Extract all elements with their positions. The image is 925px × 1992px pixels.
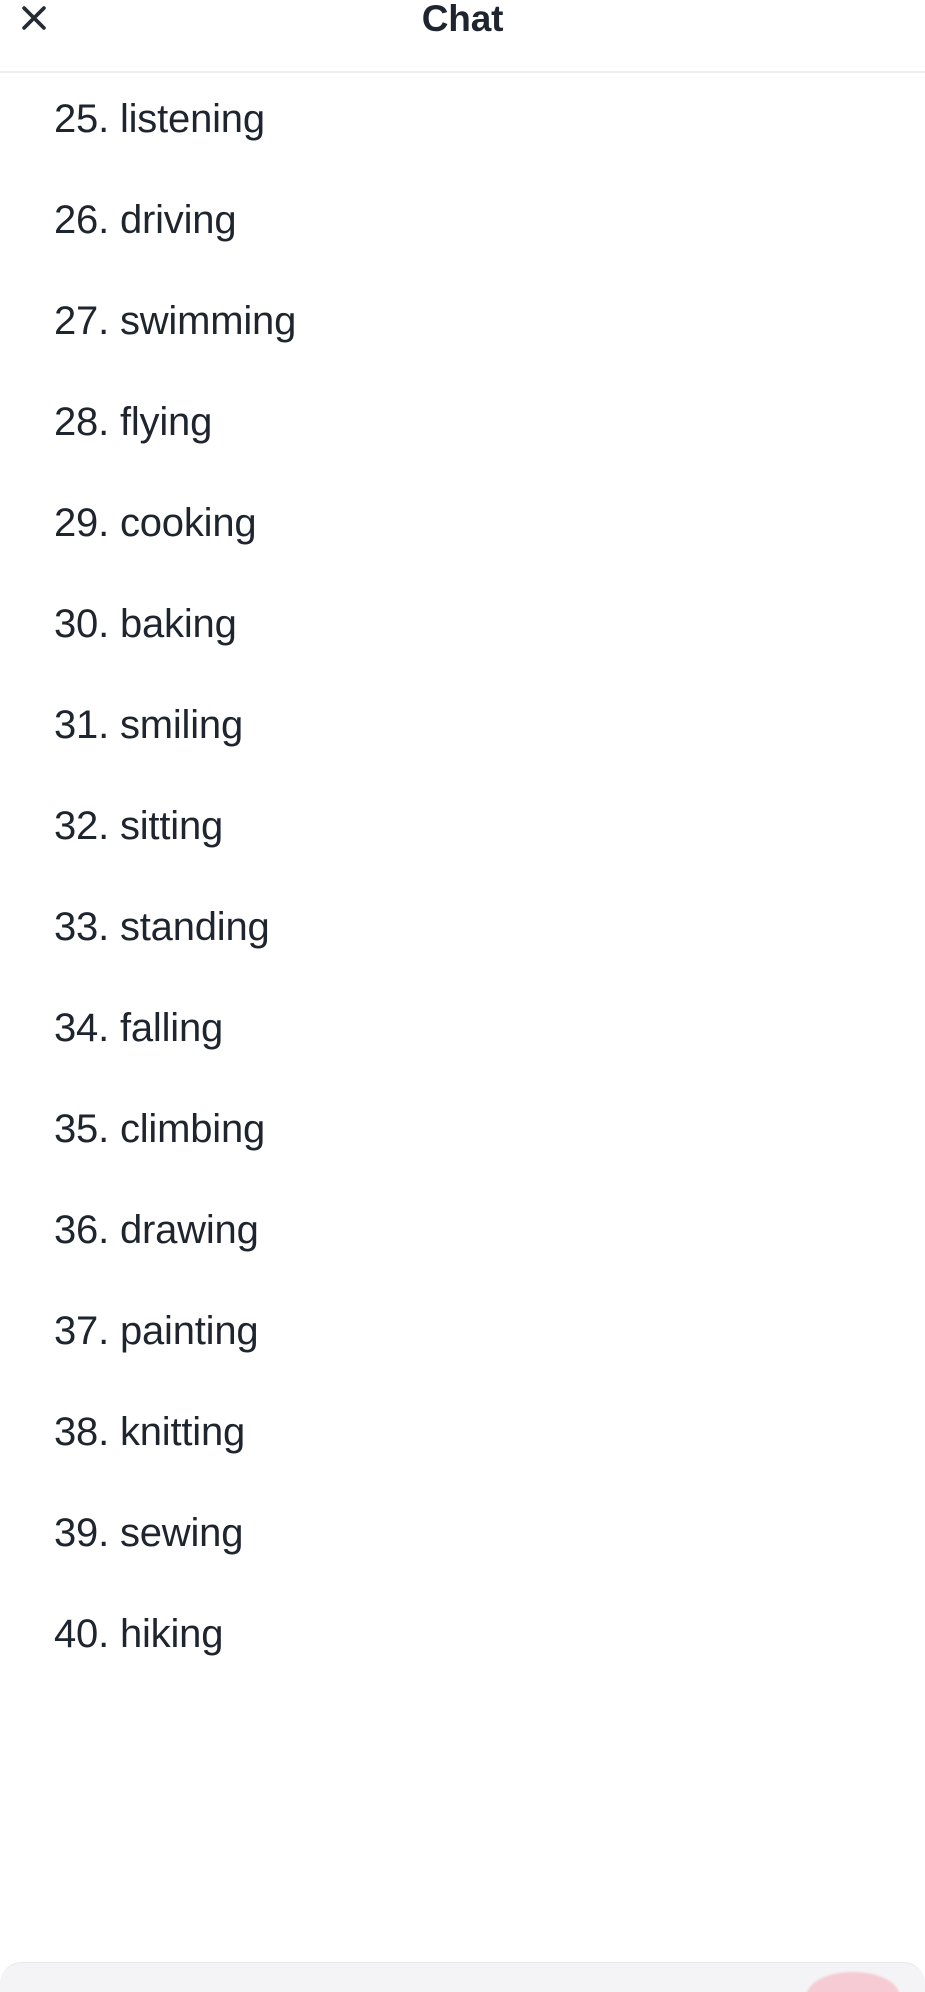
list-item: 40. hiking <box>54 1610 885 1658</box>
list-item-number: 34. <box>54 1006 110 1050</box>
list-item-number: 26. <box>54 198 110 242</box>
list-item-label: standing <box>119 905 270 949</box>
list-item: 35. climbing <box>54 1105 885 1153</box>
chat-screen: Chat 25. listening 26. driving 27. swimm… <box>0 0 925 1992</box>
list-item: 26. driving <box>54 196 885 244</box>
list-item-label: knitting <box>119 1410 246 1454</box>
list-item-number: 30. <box>54 602 110 646</box>
chat-header: Chat <box>0 0 925 72</box>
list-item: 33. standing <box>54 903 885 951</box>
list-item-number: 33. <box>54 905 110 949</box>
list-item-number: 39. <box>54 1511 110 1555</box>
list-item: 31. smiling <box>54 701 885 749</box>
list-item: 39. sewing <box>54 1509 885 1557</box>
list-item-number: 31. <box>54 703 110 747</box>
list-item-label: baking <box>119 602 237 646</box>
list-item-label: climbing <box>119 1107 266 1151</box>
list-item-number: 40. <box>54 1612 110 1656</box>
composer-bar[interactable] <box>0 1962 925 1992</box>
list-item: 32. sitting <box>54 802 885 850</box>
list-item-number: 35. <box>54 1107 110 1151</box>
list-item-number: 38. <box>54 1410 110 1454</box>
list-item-label: listening <box>119 97 265 141</box>
list-item: 28. flying <box>54 398 885 446</box>
list-item-label: sewing <box>119 1511 244 1555</box>
list-item-number: 28. <box>54 400 110 444</box>
list-item-label: driving <box>119 198 237 242</box>
list-item-label: swimming <box>119 299 297 343</box>
list-item: 34. falling <box>54 1004 885 1052</box>
list-item-label: flying <box>119 400 213 444</box>
list-item-number: 27. <box>54 299 110 343</box>
list-item-label: smiling <box>119 703 244 747</box>
list-item: 36. drawing <box>54 1206 885 1254</box>
list-item-label: sitting <box>119 804 224 848</box>
list-item: 37. painting <box>54 1307 885 1355</box>
page-title: Chat <box>421 0 504 39</box>
list-item-number: 32. <box>54 804 110 848</box>
list-item-number: 29. <box>54 501 110 545</box>
list-item: 29. cooking <box>54 499 885 547</box>
list-item: 30. baking <box>54 600 885 648</box>
list-item: 25. listening <box>54 95 885 143</box>
close-icon[interactable] <box>6 0 62 46</box>
list-item-number: 37. <box>54 1309 110 1353</box>
send-button[interactable] <box>807 1972 899 1992</box>
list-item: 38. knitting <box>54 1408 885 1456</box>
list-item-label: painting <box>119 1309 259 1353</box>
list-item-number: 36. <box>54 1208 110 1252</box>
list-item-label: hiking <box>119 1612 224 1656</box>
list-item-label: drawing <box>119 1208 259 1252</box>
list-item-number: 25. <box>54 97 110 141</box>
list-item-label: cooking <box>119 501 257 545</box>
assistant-message: 25. listening 26. driving 27. swimming 2… <box>0 73 925 1658</box>
list-item-label: falling <box>119 1006 224 1050</box>
message-scroll-area[interactable]: 25. listening 26. driving 27. swimming 2… <box>0 73 925 1962</box>
list-item: 27. swimming <box>54 297 885 345</box>
